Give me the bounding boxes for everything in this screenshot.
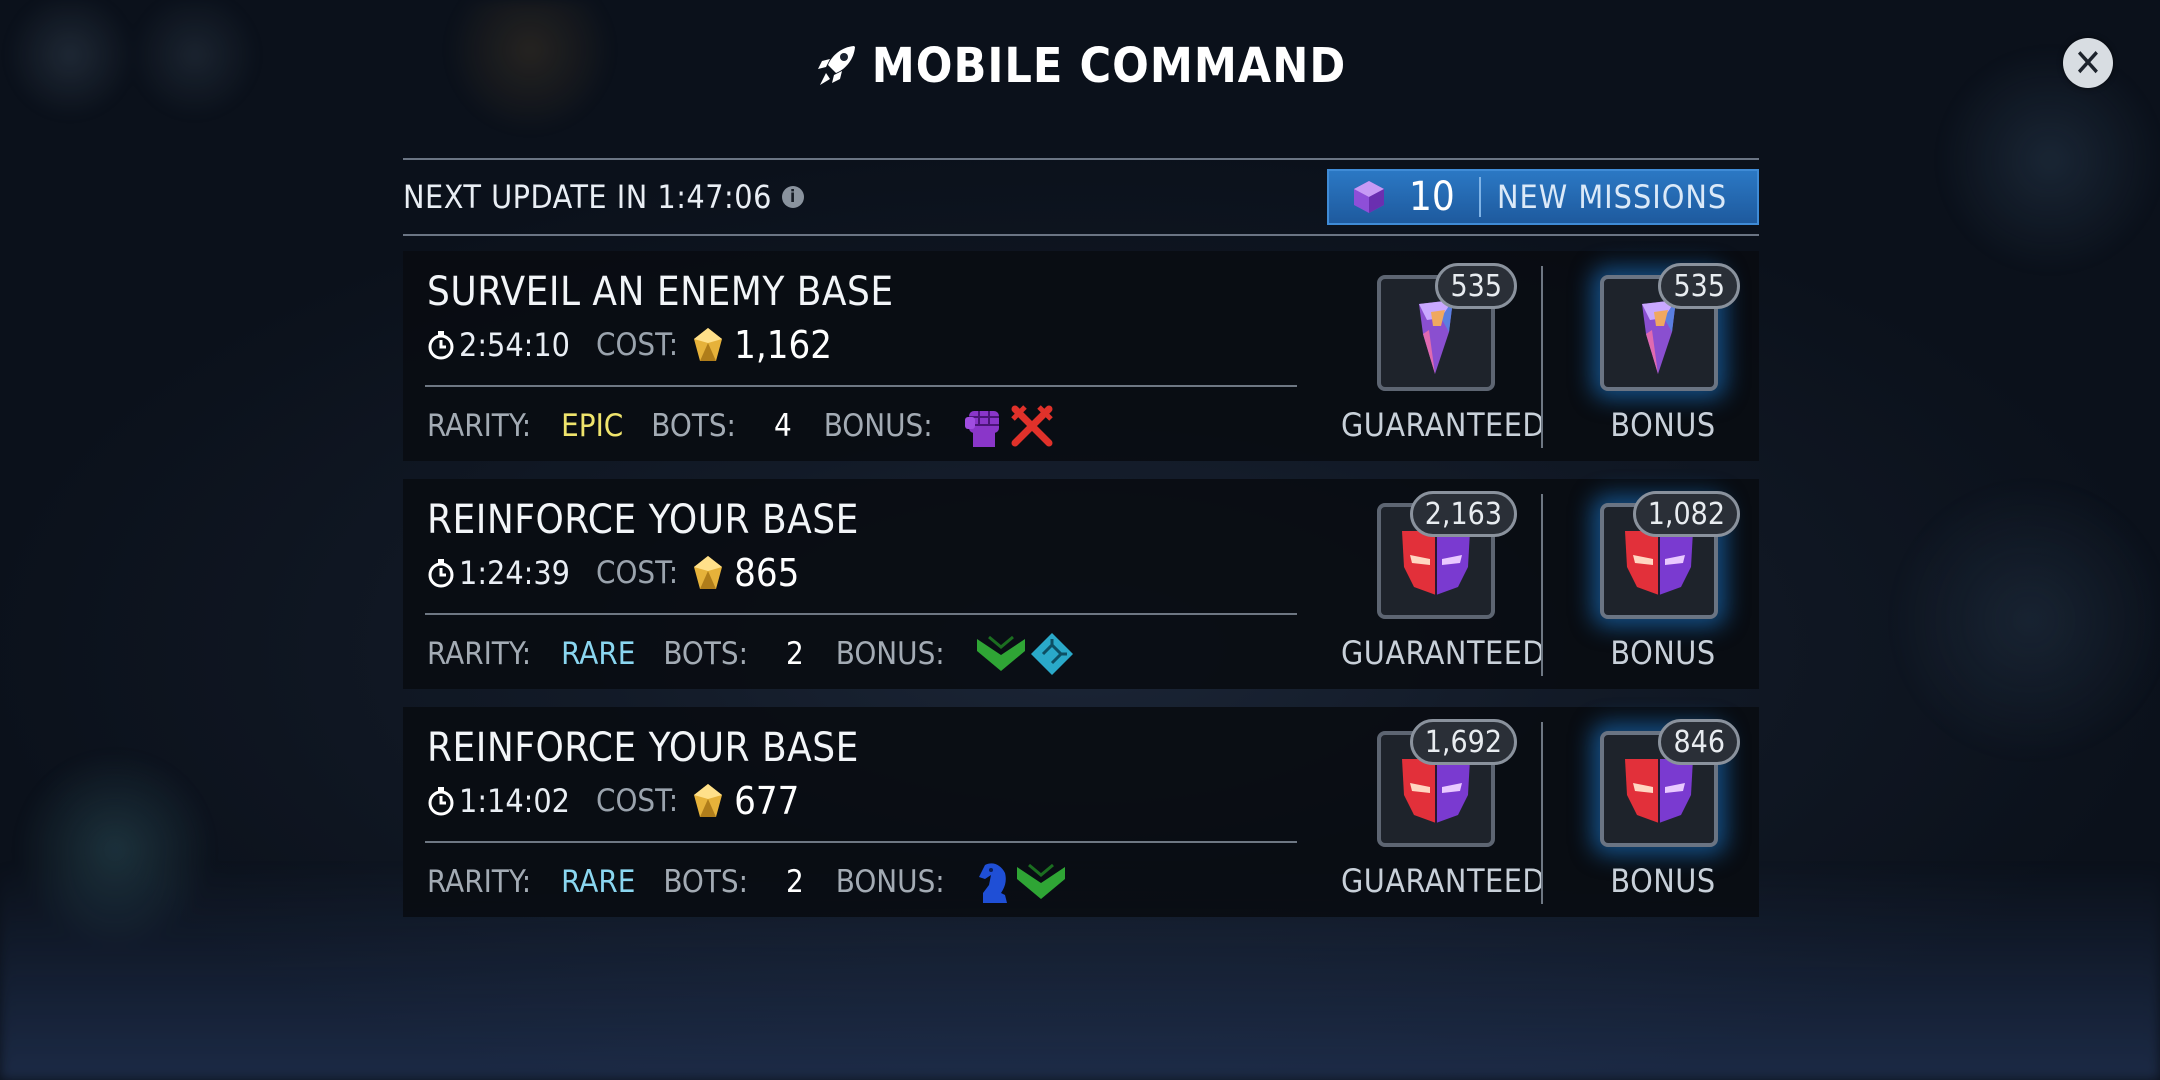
- purple-fist-icon[interactable]: [963, 403, 1007, 449]
- mission-title: SURVEIL AN ENEMY BASE: [427, 269, 894, 315]
- bonus-label: BONUS:: [835, 636, 945, 672]
- green-chevron-icon[interactable]: [1015, 861, 1067, 903]
- divider: [425, 841, 1297, 843]
- next-update-text: NEXT UPDATE IN 1:47:06: [403, 178, 772, 216]
- cost-label: COST:: [595, 555, 679, 591]
- mission-duration: 2:54:10: [459, 326, 570, 364]
- red-crossed-swords-icon[interactable]: [1009, 403, 1055, 449]
- cost-value: 677: [734, 779, 800, 823]
- reward-count-badge: 1,692: [1409, 719, 1517, 765]
- mission-stats: 2:54:10 COST: 1,162: [427, 323, 832, 367]
- mission-stats: 1:24:39 COST: 865: [427, 551, 799, 595]
- cost-value: 1,162: [734, 323, 832, 367]
- guaranteed-label: GUARANTEED: [1340, 862, 1546, 900]
- guaranteed-label: GUARANTEED: [1340, 634, 1546, 672]
- bonus-reward[interactable]: 535 BONUS: [1558, 263, 1740, 461]
- reward-count-badge: 846: [1658, 719, 1740, 765]
- blue-circuit-icon[interactable]: [1029, 631, 1075, 677]
- energon-cube-icon: [694, 784, 723, 817]
- guaranteed-reward[interactable]: 535 GUARANTEED: [1335, 263, 1545, 461]
- bonus-label: BONUS:: [835, 864, 945, 900]
- new-missions-label: NEW MISSIONS: [1497, 178, 1728, 216]
- energon-cube-icon: [694, 328, 723, 361]
- guaranteed-reward[interactable]: 2,163 GUARANTEED: [1335, 491, 1545, 689]
- mission-title: REINFORCE YOUR BASE: [427, 725, 859, 771]
- guaranteed-label: GUARANTEED: [1340, 406, 1546, 444]
- rarity-value: RARE: [561, 636, 636, 672]
- reward-count-badge: 535: [1658, 263, 1740, 309]
- divider: [425, 385, 1297, 387]
- rarity-label: RARITY:: [427, 636, 532, 672]
- rarity-label: RARITY:: [427, 408, 532, 444]
- mission-card[interactable]: REINFORCE YOUR BASE 1:24:39 COST: 865 RA…: [403, 479, 1759, 689]
- mission-duration: 1:24:39: [459, 554, 570, 592]
- divider: [1541, 722, 1543, 904]
- next-update-timer: NEXT UPDATE IN 1:47:06 i: [403, 178, 804, 216]
- mission-header: NEXT UPDATE IN 1:47:06 i 10 NEW MISSIONS: [403, 158, 1759, 236]
- blue-knight-icon[interactable]: [975, 859, 1013, 905]
- mission-meta: RARITY: RARE BOTS: 2 BONUS:: [427, 857, 1067, 907]
- cost-label: COST:: [595, 327, 679, 363]
- mission-card[interactable]: REINFORCE YOUR BASE 1:14:02 COST: 677 RA…: [403, 707, 1759, 917]
- stopwatch-icon: [428, 559, 454, 588]
- energon-cube-icon: [694, 556, 723, 589]
- new-missions-count: 10: [1409, 174, 1455, 220]
- info-icon[interactable]: i: [781, 186, 804, 208]
- bonus-label: BONUS:: [823, 408, 933, 444]
- cost-label: COST:: [595, 783, 679, 819]
- reward-count-badge: 2,163: [1409, 491, 1517, 537]
- divider: [1479, 177, 1481, 217]
- divider: [1541, 494, 1543, 676]
- purple-cube-icon: [1329, 171, 1409, 223]
- reward-count-badge: 1,082: [1632, 491, 1740, 537]
- mission-panel: NEXT UPDATE IN 1:47:06 i 10 NEW MISSIONS…: [403, 158, 1759, 917]
- rarity-label: RARITY:: [427, 864, 532, 900]
- bonus-traits: [975, 859, 1067, 905]
- reward-count-badge: 535: [1435, 263, 1517, 309]
- bots-value: 4: [773, 408, 792, 444]
- bonus-reward-label: BONUS: [1610, 406, 1716, 444]
- stopwatch-icon: [428, 331, 454, 360]
- mission-stats: 1:14:02 COST: 677: [427, 779, 799, 823]
- bots-label: BOTS:: [651, 408, 736, 444]
- bonus-traits: [975, 631, 1075, 677]
- bonus-reward-label: BONUS: [1610, 634, 1716, 672]
- bonus-reward[interactable]: 846 BONUS: [1558, 719, 1740, 917]
- new-missions-button[interactable]: 10 NEW MISSIONS: [1327, 169, 1759, 225]
- bonus-reward-label: BONUS: [1610, 862, 1716, 900]
- mission-title: REINFORCE YOUR BASE: [427, 497, 859, 543]
- stopwatch-icon: [428, 787, 454, 816]
- page-title: MOBILE COMMAND: [871, 38, 1347, 94]
- divider: [425, 613, 1297, 615]
- bots-value: 2: [786, 636, 804, 672]
- guaranteed-reward[interactable]: 1,692 GUARANTEED: [1335, 719, 1545, 917]
- mission-meta: RARITY: EPIC BOTS: 4 BONUS:: [427, 401, 1055, 451]
- close-button[interactable]: ✕: [2063, 38, 2113, 88]
- bots-label: BOTS:: [663, 636, 749, 672]
- title-bar: MOBILE COMMAND: [0, 38, 2160, 94]
- rocket-icon: [817, 46, 855, 85]
- bonus-reward[interactable]: 1,082 BONUS: [1558, 491, 1740, 689]
- cost-value: 865: [734, 551, 800, 595]
- bonus-traits: [963, 403, 1055, 449]
- bots-label: BOTS:: [663, 864, 749, 900]
- rarity-value: RARE: [561, 864, 636, 900]
- mission-duration: 1:14:02: [459, 782, 570, 820]
- bots-value: 2: [786, 864, 804, 900]
- green-chevron-icon[interactable]: [975, 633, 1027, 675]
- mission-card[interactable]: SURVEIL AN ENEMY BASE 2:54:10 COST: 1,16…: [403, 251, 1759, 461]
- rarity-value: EPIC: [561, 408, 624, 444]
- mission-meta: RARITY: RARE BOTS: 2 BONUS:: [427, 629, 1075, 679]
- divider: [1541, 266, 1543, 448]
- close-icon: ✕: [2073, 41, 2103, 85]
